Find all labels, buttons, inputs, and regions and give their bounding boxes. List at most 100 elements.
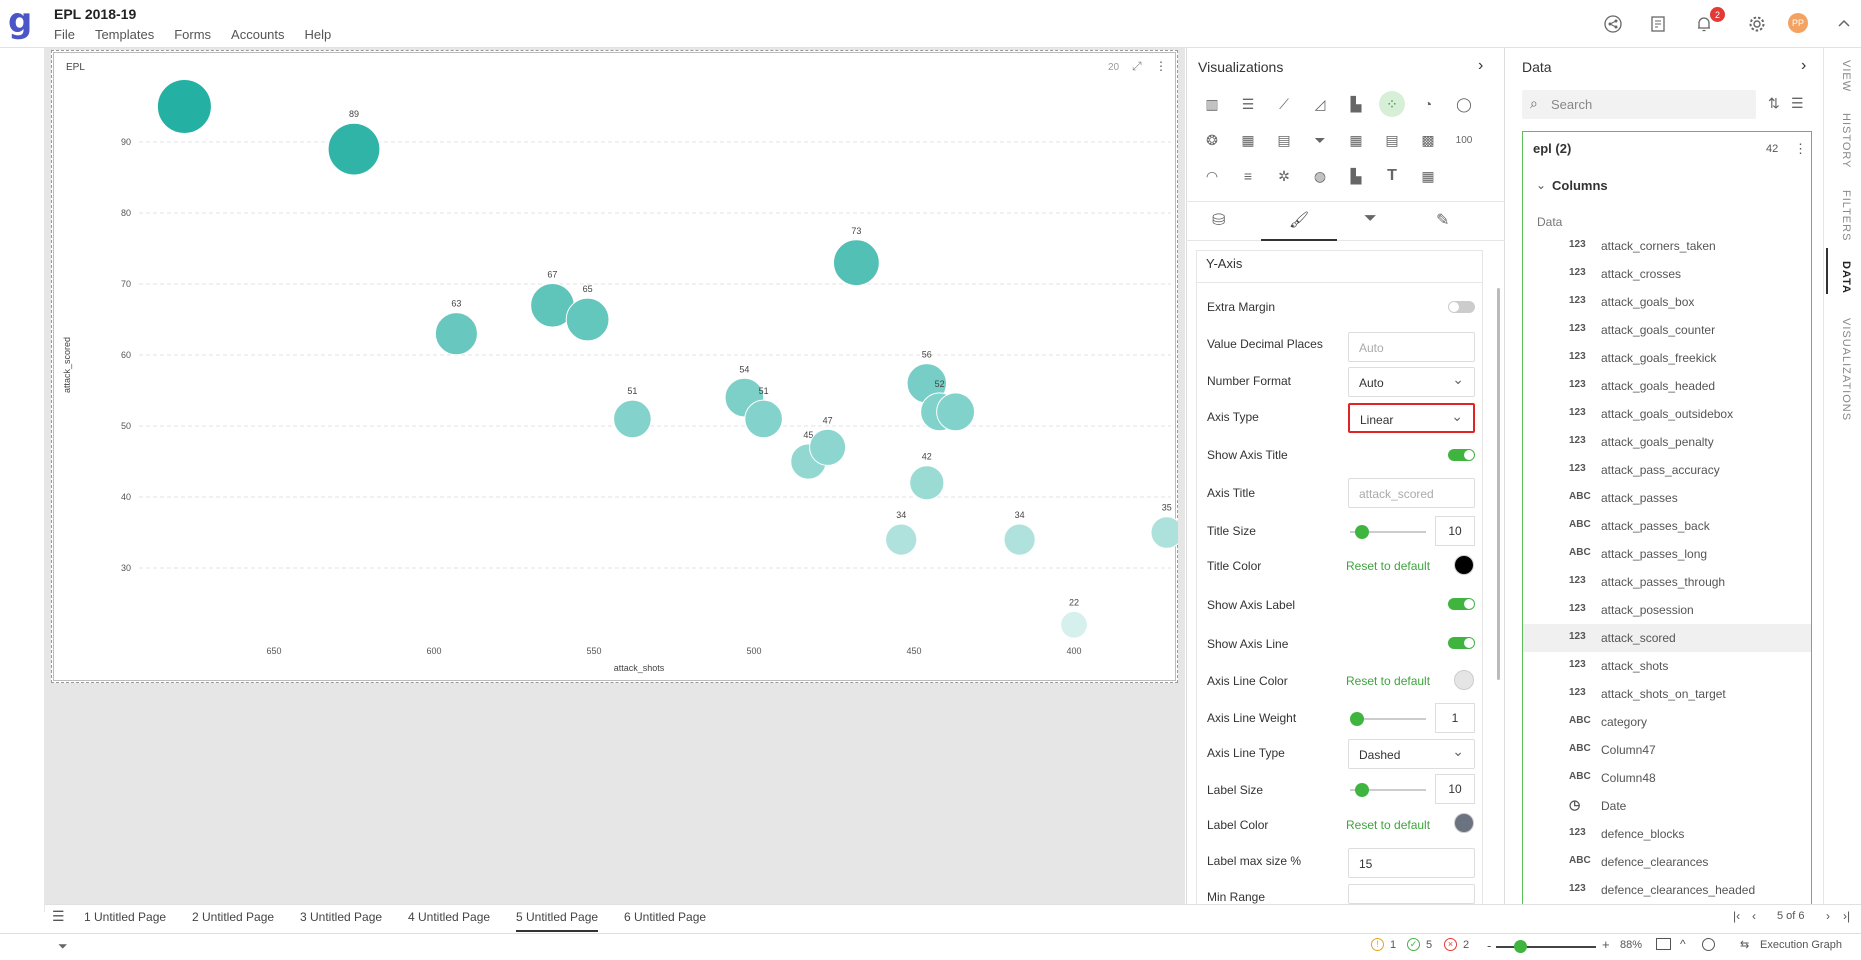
menu-templates[interactable]: Templates — [95, 27, 154, 42]
globe-map-icon[interactable]: ◍ — [1307, 163, 1333, 189]
column-item[interactable]: 123 attack_corners_taken — [1523, 232, 1811, 260]
zoom-in-icon[interactable]: + — [1602, 937, 1610, 952]
column-item[interactable]: ABC attack_passes_long — [1523, 540, 1811, 568]
sort-icon[interactable]: ⇅ — [1768, 95, 1780, 112]
scatter-point[interactable] — [434, 312, 478, 356]
scatter-point[interactable] — [744, 399, 783, 439]
title-size-knob[interactable] — [1355, 525, 1369, 539]
page-tab-2[interactable]: 2 Untitled Page — [192, 910, 274, 924]
scatter-point[interactable] — [1060, 610, 1088, 639]
page-tab-5[interactable]: 5 Untitled Page — [516, 910, 599, 932]
collapse-up-icon[interactable]: ^ — [1680, 937, 1686, 951]
error-icon[interactable]: × — [1444, 938, 1457, 951]
column-item[interactable]: ABC attack_passes — [1523, 484, 1811, 512]
label-color-swatch[interactable] — [1454, 813, 1474, 833]
waterfall-icon[interactable]: ▙ — [1343, 163, 1369, 189]
table-icon[interactable]: ▦ — [1343, 127, 1369, 153]
expand-icon[interactable]: ⤢ — [1132, 59, 1142, 74]
warning-icon[interactable]: ! — [1371, 938, 1384, 951]
zoom-out-icon[interactable]: - — [1487, 938, 1491, 953]
axis-line-color-reset-link[interactable]: Reset to default — [1346, 674, 1430, 688]
label-size-input[interactable]: 10 — [1435, 774, 1475, 804]
scatter-point[interactable] — [809, 428, 847, 466]
title-size-input[interactable]: 10 — [1435, 516, 1475, 546]
scatter-point[interactable] — [327, 122, 381, 176]
chevron-down-icon[interactable]: ⌄ — [1536, 178, 1546, 192]
label-size-slider[interactable] — [1350, 783, 1426, 797]
column-item[interactable]: 123 attack_posession — [1523, 596, 1811, 624]
page-tab-3[interactable]: 3 Untitled Page — [300, 910, 382, 924]
scatter-point[interactable] — [565, 297, 610, 342]
scatter-point[interactable] — [833, 239, 880, 287]
column-item[interactable]: 123 attack_shots_on_target — [1523, 680, 1811, 708]
show-axis-title-toggle[interactable] — [1448, 449, 1475, 461]
column-item[interactable]: 123 attack_goals_freekick — [1523, 344, 1811, 372]
edit-notes-icon[interactable] — [1645, 10, 1673, 38]
scatter-point[interactable] — [885, 523, 918, 556]
title-color-reset-link[interactable]: Reset to default — [1346, 559, 1430, 573]
column-item[interactable]: 123 attack_crosses — [1523, 260, 1811, 288]
column-chart-icon[interactable]: ▥ — [1199, 91, 1225, 117]
collapse-data-panel-icon[interactable]: › — [1801, 57, 1806, 75]
execution-graph-icon[interactable]: ⇆ — [1740, 938, 1749, 951]
pivot-table-icon[interactable]: ▤ — [1379, 127, 1405, 153]
axis-title-input[interactable]: attack_scored — [1348, 478, 1475, 508]
title-size-slider[interactable] — [1350, 525, 1426, 539]
column-item[interactable]: 123 attack_goals_box — [1523, 288, 1811, 316]
menu-forms[interactable]: Forms — [174, 27, 211, 42]
number-format-select[interactable]: Auto — [1348, 367, 1475, 397]
gauge-icon[interactable]: ◠ — [1199, 163, 1225, 189]
tab-view[interactable]: VIEW — [1840, 60, 1852, 92]
scatter-chart-icon[interactable]: ⁘ — [1379, 91, 1405, 117]
calendar-icon[interactable]: ▦ — [1415, 163, 1441, 189]
zoom-slider[interactable] — [1496, 946, 1596, 948]
viz-panel-scrollbar[interactable] — [1497, 288, 1500, 680]
tab-visualizations[interactable]: VISUALIZATIONS — [1840, 318, 1852, 421]
page-tab-1[interactable]: 1 Untitled Page — [84, 910, 166, 924]
scatter-point[interactable] — [613, 399, 652, 439]
column-item[interactable]: 123 defence_clearances_headed — [1523, 876, 1811, 904]
column-item[interactable]: 123 attack_shots — [1523, 652, 1811, 680]
column-item[interactable]: 123 attack_goals_headed — [1523, 372, 1811, 400]
scatter-point[interactable] — [936, 392, 976, 432]
app-logo[interactable]: g — [8, 4, 36, 40]
grid-icon[interactable]: ▩ — [1415, 127, 1441, 153]
scatter-point[interactable] — [909, 465, 945, 501]
avatar[interactable]: PP — [1788, 13, 1808, 33]
donut-chart-icon[interactable]: ◯ — [1451, 91, 1477, 117]
share-icon[interactable] — [1599, 10, 1627, 38]
combo-chart-icon[interactable]: ▙ — [1343, 91, 1369, 117]
network-icon[interactable]: ✲ — [1271, 163, 1297, 189]
scatter-point[interactable] — [1150, 516, 1178, 549]
card-icon[interactable]: ▤ — [1271, 127, 1297, 153]
menu-help[interactable]: Help — [305, 27, 332, 42]
next-page-icon[interactable]: › — [1826, 909, 1830, 923]
column-item[interactable]: 123 attack_scored — [1523, 624, 1811, 652]
bar-chart-icon[interactable]: ☰ — [1235, 91, 1261, 117]
more-options-icon[interactable]: ⋮ — [1155, 59, 1167, 73]
value-decimal-input[interactable]: Auto — [1348, 332, 1475, 362]
show-axis-line-toggle[interactable] — [1448, 637, 1475, 649]
menu-accounts[interactable]: Accounts — [231, 27, 284, 42]
dataset-menu-icon[interactable]: ⋮ — [1794, 141, 1807, 157]
column-item[interactable]: 123 attack_goals_penalty — [1523, 428, 1811, 456]
column-item[interactable]: ABC attack_passes_back — [1523, 512, 1811, 540]
funnel-icon[interactable]: ⏷ — [1307, 127, 1333, 153]
extra-margin-toggle[interactable] — [1448, 301, 1475, 313]
gear-icon[interactable] — [1743, 10, 1771, 38]
area-chart-icon[interactable]: ◿ — [1307, 91, 1333, 117]
kpi-number-icon[interactable]: 100 — [1451, 127, 1477, 153]
scatter-point[interactable] — [1003, 523, 1036, 556]
column-item[interactable]: ◷ Date — [1523, 792, 1811, 820]
collapse-panel-icon[interactable]: › — [1478, 57, 1483, 75]
last-page-icon[interactable]: ›| — [1843, 909, 1850, 923]
column-item[interactable]: 123 attack_passes_through — [1523, 568, 1811, 596]
treemap-icon[interactable]: ▦ — [1235, 127, 1261, 153]
axis-line-weight-knob[interactable] — [1350, 712, 1364, 726]
filter-icon[interactable]: ⏷ — [58, 939, 68, 954]
label-color-reset-link[interactable]: Reset to default — [1346, 818, 1430, 832]
column-item[interactable]: ABC Column48 — [1523, 764, 1811, 792]
columns-header[interactable]: Columns — [1552, 178, 1608, 193]
label-max-size-input[interactable]: 15 — [1348, 848, 1475, 878]
first-page-icon[interactable]: |‹ — [1733, 909, 1740, 923]
